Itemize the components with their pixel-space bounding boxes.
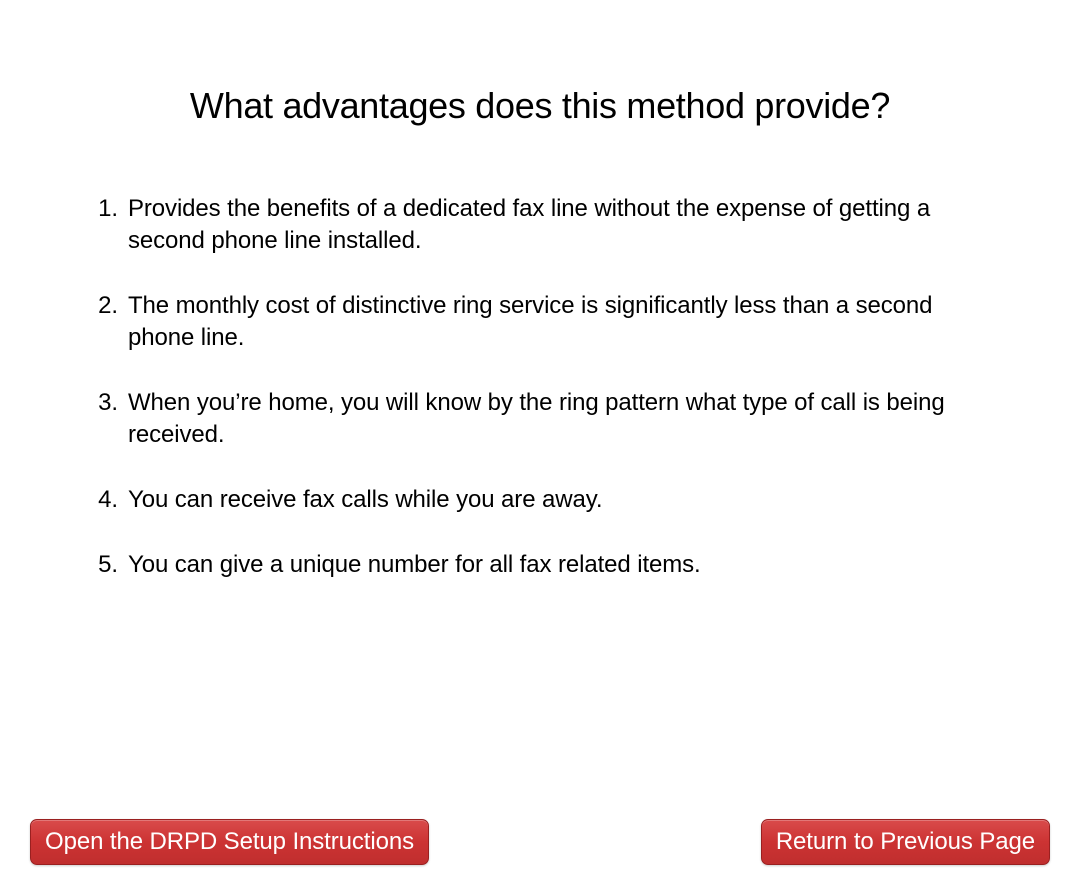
- return-previous-page-button[interactable]: Return to Previous Page: [761, 819, 1050, 865]
- advantages-list: 1. Provides the benefits of a dedicated …: [0, 193, 1080, 581]
- list-number: 2.: [86, 290, 118, 322]
- list-item: 1. Provides the benefits of a dedicated …: [86, 193, 994, 257]
- list-item: 4. You can receive fax calls while you a…: [86, 484, 994, 516]
- list-number: 5.: [86, 549, 118, 581]
- list-item: 2. The monthly cost of distinctive ring …: [86, 290, 994, 354]
- list-text: You can receive fax calls while you are …: [128, 484, 994, 516]
- list-number: 3.: [86, 387, 118, 419]
- list-item: 3. When you’re home, you will know by th…: [86, 387, 994, 451]
- list-text: The monthly cost of distinctive ring ser…: [128, 290, 994, 354]
- list-text: You can give a unique number for all fax…: [128, 549, 994, 581]
- list-text: Provides the benefits of a dedicated fax…: [128, 193, 994, 257]
- button-row: Open the DRPD Setup Instructions Return …: [0, 819, 1080, 865]
- list-item: 5. You can give a unique number for all …: [86, 549, 994, 581]
- open-drpd-instructions-button[interactable]: Open the DRPD Setup Instructions: [30, 819, 429, 865]
- list-text: When you’re home, you will know by the r…: [128, 387, 994, 451]
- list-number: 4.: [86, 484, 118, 516]
- list-number: 1.: [86, 193, 118, 225]
- page-title: What advantages does this method provide…: [0, 85, 1080, 127]
